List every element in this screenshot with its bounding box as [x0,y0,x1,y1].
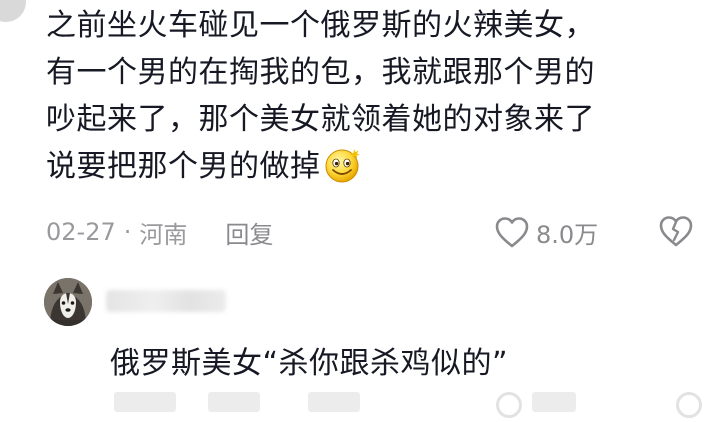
comment-date: 02-27 [46,218,116,246]
reply-text: 俄罗斯美女“杀你跟杀鸡似的” [110,346,509,381]
comment-line: 之前坐火车碰见一个俄罗斯的火辣美女， [46,8,595,43]
comment-meta: 02-27 · 河南 回复 8.0万 [46,212,706,252]
comment-text: 之前坐火车碰见一个俄罗斯的火辣美女， 有一个男的在掏我的包，我就跟那个男的 吵起… [46,2,706,190]
comment: 之前坐火车碰见一个俄罗斯的火辣美女， 有一个男的在掏我的包，我就跟那个男的 吵起… [46,2,706,190]
broken-heart-icon[interactable] [676,392,702,418]
reply-location-partial [208,392,260,412]
reply-like-count-partial [532,392,576,412]
avatar[interactable] [44,278,92,326]
broken-heart-icon [659,216,693,247]
comment-line: 吵起来了，那个美女就领着她的对象来了 [46,102,595,137]
reply-button[interactable]: 回复 [225,215,273,250]
heart-outline-icon[interactable] [496,392,522,418]
reply-meta-partial [108,392,708,422]
dislike-button[interactable] [658,214,694,254]
comment-location: 河南 [139,220,188,249]
comment-line: 有一个男的在掏我的包，我就跟那个男的 [46,55,595,90]
like-button[interactable]: 8.0万 [494,212,598,252]
like-count: 8.0万 [536,220,599,249]
comment-line-text: 说要把那个男的做掉 [46,149,321,184]
reply-username-blurred [106,290,226,312]
reply-button-partial[interactable] [308,392,360,412]
comment-line: 说要把那个男的做掉 [46,143,706,190]
husky-avatar-icon [44,278,92,326]
smiling-face-emoji-icon [325,149,360,183]
meta-separator: · [123,218,132,246]
reply-date-partial [114,392,176,412]
previous-avatar-partial[interactable] [0,0,26,22]
heart-outline-icon [495,217,529,248]
